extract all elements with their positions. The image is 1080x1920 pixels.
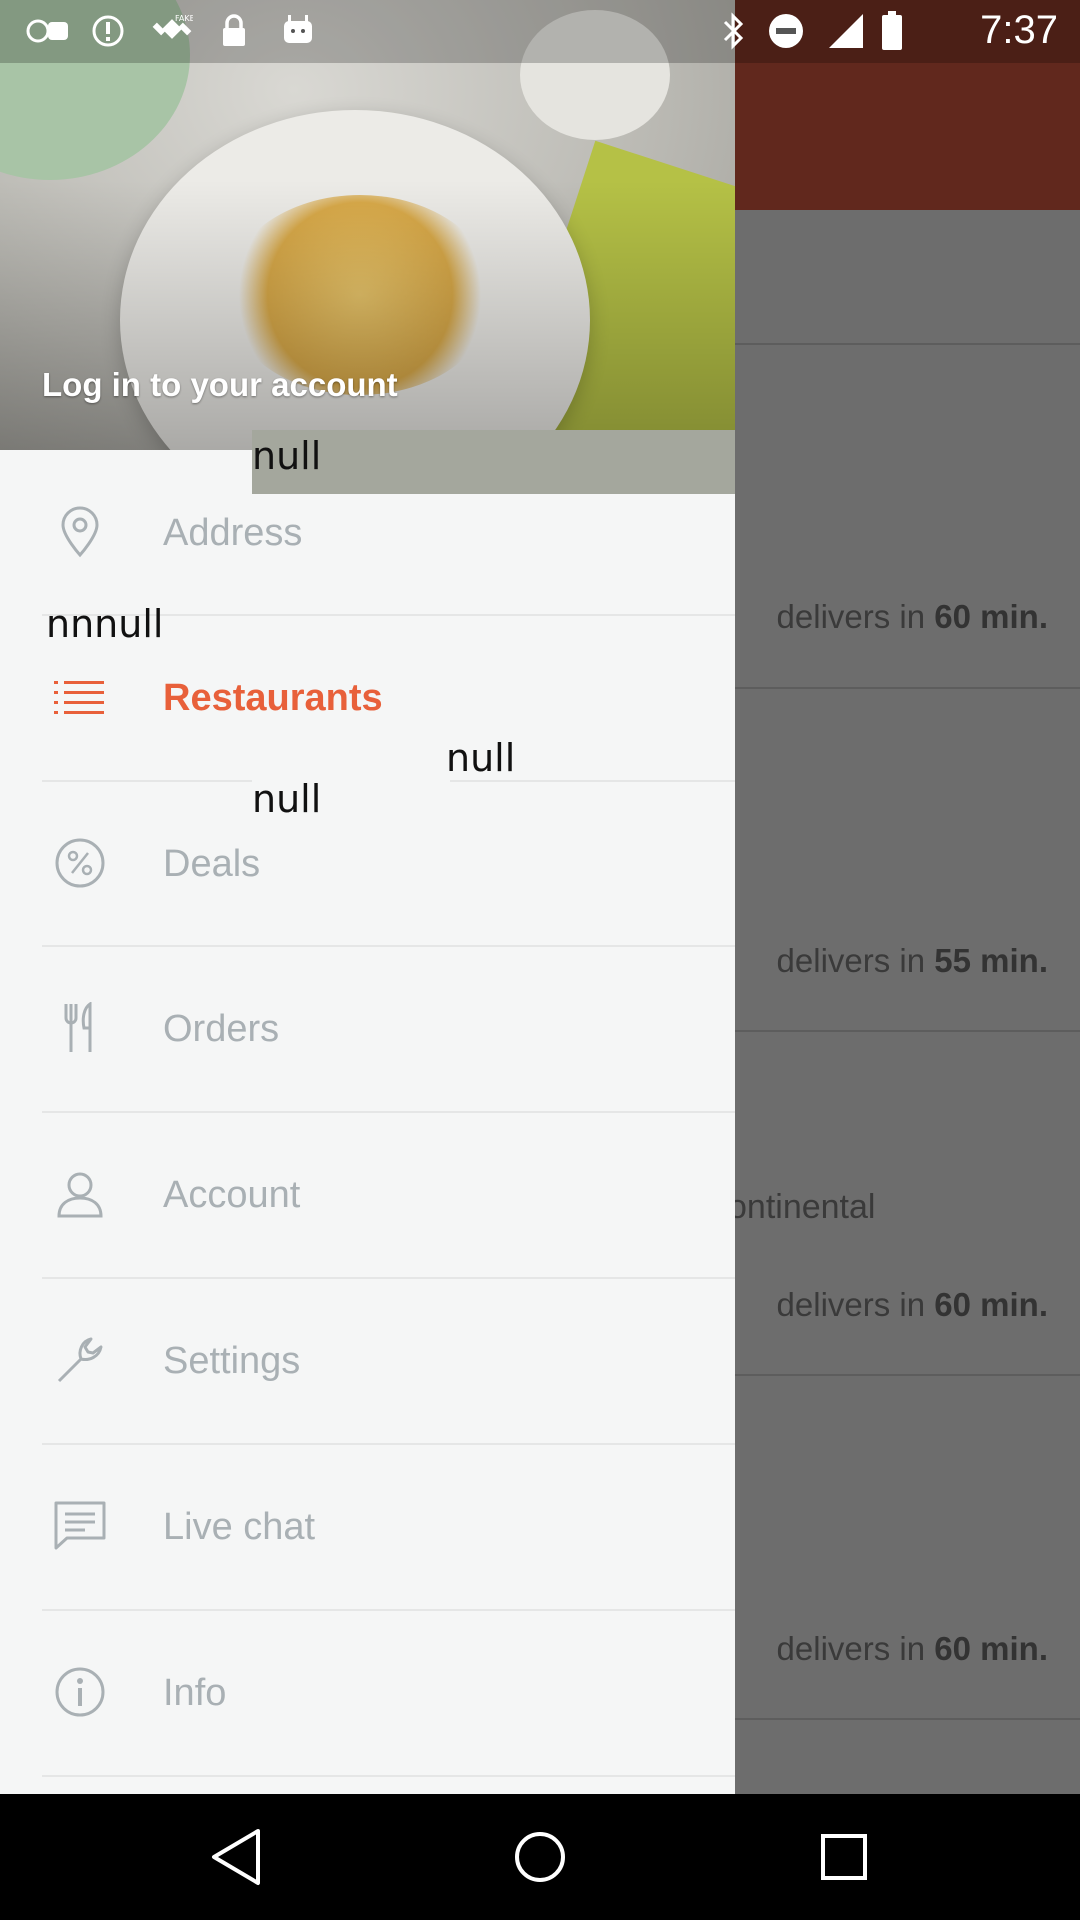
wrench-icon	[52, 1332, 108, 1388]
menu-label: Deals	[163, 843, 261, 885]
back-icon[interactable]	[196, 1817, 276, 1897]
svg-text:FAKE: FAKE	[175, 14, 193, 23]
user-icon	[52, 1166, 108, 1222]
menu-item-orders[interactable]: Orders	[0, 946, 735, 1111]
menu-divider	[42, 1775, 735, 1777]
debug-null-label: nnnull	[46, 602, 164, 646]
drawer-header: Log in to your account	[0, 0, 735, 450]
menu-label: Account	[163, 1174, 301, 1216]
debug-null-block	[252, 430, 735, 494]
system-nav-bar	[0, 1794, 1080, 1920]
menu-label: Settings	[163, 1340, 301, 1382]
navigation-drawer: Log in to your account null nnnull null …	[0, 0, 735, 1794]
status-time: 7:37	[980, 8, 1058, 52]
bluetooth-icon	[718, 12, 750, 50]
home-icon[interactable]	[500, 1817, 580, 1897]
menu-item-info[interactable]: Info	[0, 1610, 735, 1775]
menu-item-settings[interactable]: Settings	[0, 1278, 735, 1443]
menu-item-live-chat[interactable]: Live chat	[0, 1444, 735, 1609]
menu-label: Orders	[163, 1008, 280, 1050]
info-icon	[52, 1664, 108, 1720]
delivery-time-3: delivers in 60 min.	[776, 1286, 1048, 1323]
chat-icon	[52, 1498, 108, 1554]
menu-label: Restaurants	[163, 677, 383, 719]
do-not-disturb-icon	[766, 12, 806, 50]
delivery-time-1: delivers in 60 min.	[776, 598, 1048, 635]
menu-item-account[interactable]: Account	[0, 1112, 735, 1277]
percent-icon	[52, 835, 108, 891]
alert-icon	[90, 12, 126, 50]
battery-icon	[880, 11, 904, 50]
cuisine-text: ontinental	[728, 1188, 876, 1226]
debug-null-label: null	[252, 434, 322, 478]
android-icon	[280, 12, 316, 50]
lock-icon	[218, 12, 250, 50]
abc13-icon	[26, 12, 70, 50]
fake-gps-icon: FAKE	[150, 12, 194, 50]
list-icon	[52, 669, 108, 725]
delivery-time-2: delivers in 55 min.	[776, 942, 1048, 979]
debug-null-label: null	[252, 777, 322, 821]
location-pin-icon	[52, 504, 108, 560]
menu-label: Address	[163, 512, 303, 554]
menu-item-deals[interactable]: Deals	[0, 781, 735, 946]
menu-label: Info	[163, 1672, 227, 1714]
debug-null-label: null	[446, 736, 516, 780]
menu-label: Live chat	[163, 1506, 316, 1548]
signal-icon	[826, 12, 866, 50]
recents-icon[interactable]	[804, 1817, 884, 1897]
delivery-time-4: delivers in 60 min.	[776, 1630, 1048, 1667]
login-link[interactable]: Log in to your account	[42, 366, 398, 404]
fork-knife-icon	[52, 1000, 108, 1056]
status-bar: FAKE 7:37	[0, 0, 1080, 63]
